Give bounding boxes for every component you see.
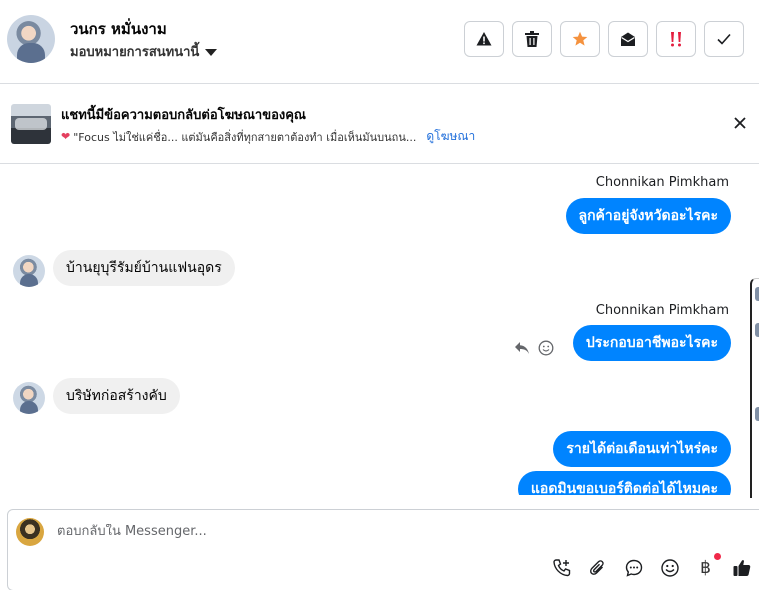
trash-icon: [525, 31, 539, 47]
panel-thumbnail: [755, 323, 759, 337]
mark-unread-button[interactable]: [608, 21, 648, 57]
outgoing-message[interactable]: ประกอบอาชีพอะไรคะ: [572, 325, 731, 361]
emoji-button[interactable]: [657, 556, 682, 580]
delete-button[interactable]: [512, 21, 552, 57]
message-thread[interactable]: Chonnikan Pimkham ลูกค้าอยู่จังหวัดอะไรค…: [0, 165, 759, 495]
add-call-button[interactable]: [549, 556, 574, 580]
view-ad-link[interactable]: ดูโฆษณา: [426, 127, 475, 146]
outgoing-message[interactable]: ลูกค้าอยู่จังหวัดอะไรคะ: [565, 198, 731, 234]
assign-label: มอบหมายการสนทนานี้: [70, 45, 200, 60]
emoji-react-icon[interactable]: [538, 340, 554, 356]
mark-done-button[interactable]: [704, 21, 744, 57]
ad-thumbnail[interactable]: [11, 104, 51, 144]
incoming-message[interactable]: บริษัทก่อสร้างคับ: [53, 378, 180, 414]
contact-avatar-small[interactable]: [13, 255, 45, 287]
conversation-actions: [464, 21, 744, 57]
sender-name: Chonnikan Pimkham: [595, 175, 729, 190]
emoji-icon: [660, 559, 679, 577]
contact-name[interactable]: วนกร หมั่นงาม: [70, 17, 167, 41]
side-panel-edge[interactable]: [750, 278, 759, 498]
heart-icon: ❤: [61, 130, 71, 143]
message-hover-tools: [514, 340, 554, 356]
ad-text: "Focus ไม่ใช่แค่ชื่อ... แต่มันคือสิ่งที่…: [73, 130, 417, 144]
panel-thumbnail: [755, 407, 759, 421]
check-icon: [717, 33, 731, 45]
contact-avatar[interactable]: [7, 15, 55, 63]
thumbs-up-icon: [733, 560, 750, 576]
assign-conversation-dropdown[interactable]: มอบหมายการสนทนานี้: [70, 41, 218, 62]
like-button[interactable]: [729, 556, 754, 580]
chat-bubble-icon: [625, 559, 642, 577]
priority-button[interactable]: [656, 21, 696, 57]
caret-down-icon: [205, 48, 218, 56]
priority-icon: [671, 32, 681, 47]
baht-icon: ฿: [700, 558, 711, 578]
banner-ad-text: ❤ "Focus ไม่ใช่แค่ชื่อ... แต่มันคือสิ่งท…: [61, 127, 475, 146]
saved-replies-button[interactable]: [621, 556, 646, 580]
star-icon: [572, 31, 588, 46]
outgoing-message[interactable]: แอดมินขอเบอร์ติดต่อได้ไหมคะ: [517, 471, 731, 495]
composer-toolbar: ฿: [549, 553, 754, 580]
close-banner-button[interactable]: [729, 112, 751, 134]
envelope-open-icon: [621, 32, 635, 46]
contact-avatar-small[interactable]: [13, 382, 45, 414]
notification-dot: [714, 553, 721, 560]
banner-title: แชทนี้มีข้อความตอบกลับต่อโฆษณาของคุณ: [61, 108, 306, 123]
conversation-header: วนกร หมั่นงาม มอบหมายการสนทนานี้: [0, 0, 759, 84]
incoming-message[interactable]: บ้านยุบุรีรัมย์บ้านแฟนอุดร: [53, 250, 235, 286]
page-avatar: [16, 518, 44, 546]
paperclip-icon: [589, 560, 604, 575]
warning-icon: [476, 32, 492, 46]
attach-file-button[interactable]: [585, 556, 610, 580]
reply-input[interactable]: [57, 524, 657, 539]
sender-name: Chonnikan Pimkham: [595, 303, 729, 318]
close-icon: [734, 117, 746, 129]
reply-icon[interactable]: [514, 341, 530, 355]
mark-spam-button[interactable]: [464, 21, 504, 57]
panel-thumbnail: [755, 287, 759, 301]
outgoing-message[interactable]: รายได้ต่อเดือนเท่าไหร่คะ: [553, 431, 731, 467]
payment-button[interactable]: ฿: [693, 553, 721, 580]
phone-plus-icon: [552, 559, 570, 577]
star-button[interactable]: [560, 21, 600, 57]
